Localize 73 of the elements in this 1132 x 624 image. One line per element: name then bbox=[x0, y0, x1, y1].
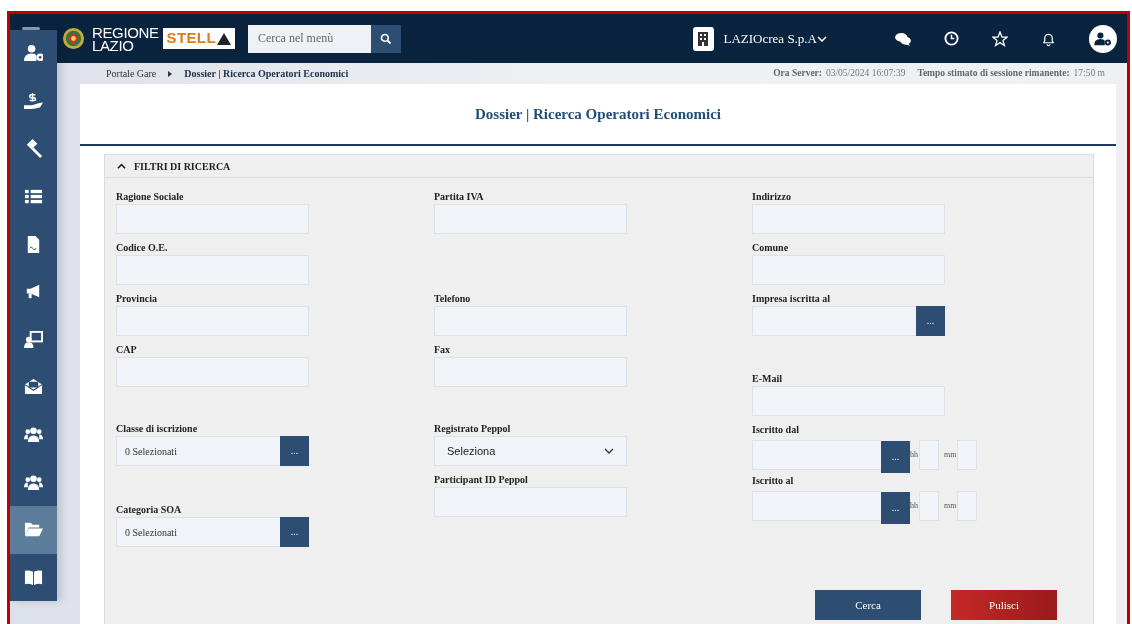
search-field[interactable]: Cerca nel menù bbox=[247, 24, 371, 53]
field-label: Iscritto al bbox=[752, 474, 794, 488]
input-field[interactable]: 0 Selezionati bbox=[116, 436, 280, 466]
sidebar-item[interactable] bbox=[10, 553, 57, 602]
chat-icon[interactable] bbox=[895, 31, 911, 46]
avatar-icon[interactable] bbox=[1089, 24, 1117, 53]
brand-text: STELL bbox=[166, 28, 216, 49]
page-title: Dossier | Ricerca Operatori Economici bbox=[475, 104, 721, 124]
field-label: Registrato Peppol bbox=[434, 422, 511, 436]
sidebar-item[interactable] bbox=[10, 30, 57, 78]
building-drawing bbox=[698, 31, 708, 46]
field-label: Classe di iscrizione bbox=[116, 422, 198, 436]
emblem-icon bbox=[62, 27, 85, 50]
users-icon bbox=[24, 425, 43, 445]
breadcrumb-link[interactable]: Portale Gare bbox=[106, 66, 157, 81]
menu-icon[interactable] bbox=[22, 27, 40, 30]
minute-label: mm bbox=[944, 500, 957, 512]
sidebar-item[interactable] bbox=[10, 458, 57, 506]
date-field[interactable] bbox=[752, 440, 881, 470]
field-label: Iscritto dal bbox=[752, 423, 799, 437]
field-label: Provincia bbox=[116, 292, 157, 306]
field-label: Telefono bbox=[434, 292, 471, 306]
picker-button[interactable]: ... bbox=[280, 436, 309, 466]
field-label: Ragione Sociale bbox=[116, 190, 184, 204]
caret-right-icon bbox=[168, 70, 173, 77]
input-field[interactable] bbox=[752, 306, 916, 336]
field-label: Participant ID Peppol bbox=[434, 473, 528, 487]
clock-icon[interactable] bbox=[944, 31, 959, 46]
date-picker-button[interactable]: ... bbox=[881, 441, 910, 473]
field-label: Indirizzo bbox=[752, 190, 791, 204]
organization-selector[interactable]: LAZIOcrea S.p.A bbox=[723, 28, 827, 49]
hand-dollar-icon bbox=[24, 91, 43, 111]
minute-label: mm bbox=[944, 449, 957, 461]
search-icon bbox=[379, 32, 392, 45]
field-label: E-Mail bbox=[752, 372, 782, 386]
field-label: Comune bbox=[752, 241, 789, 255]
panel-title: FILTRI DI RICERCA bbox=[134, 159, 231, 174]
user-gear-icon bbox=[1094, 31, 1112, 46]
input-field[interactable]: 0 Selezionati bbox=[116, 517, 280, 547]
hour-label: hh bbox=[910, 500, 919, 512]
clear-button[interactable]: Pulisci bbox=[951, 590, 1057, 620]
session-time: 17:50 m bbox=[1073, 67, 1105, 81]
date-picker-button[interactable]: ... bbox=[881, 492, 910, 524]
field-label: Codice O.E. bbox=[116, 241, 168, 255]
picker-button[interactable]: ... bbox=[916, 306, 945, 336]
field-label: Fax bbox=[434, 343, 451, 357]
search-button[interactable]: Cerca bbox=[815, 590, 921, 620]
field-label: Partita IVA bbox=[434, 190, 484, 204]
breadcrumb-current: Dossier | Ricerca Operatori Economici bbox=[184, 67, 349, 81]
users-icon bbox=[24, 472, 43, 492]
logo-text: REGIONE bbox=[92, 25, 159, 39]
logo-text: LAZIO bbox=[92, 38, 134, 52]
chevron-down-icon bbox=[604, 448, 614, 454]
star-icon[interactable] bbox=[992, 30, 1008, 47]
field-label: CAP bbox=[116, 343, 137, 357]
field-label: Impresa iscritta al bbox=[752, 292, 831, 306]
envelope-icon bbox=[24, 377, 43, 397]
triangle-icon bbox=[216, 32, 231, 45]
chevron-down-icon bbox=[817, 35, 827, 42]
field-label: Categoria SOA bbox=[116, 503, 182, 517]
session-time-label: Tempo stimato di sessione rimanente: bbox=[917, 67, 1070, 81]
picker-button[interactable]: ... bbox=[280, 517, 309, 547]
gavel-icon bbox=[24, 139, 43, 159]
filter-panel-header[interactable]: FILTRI DI RICERCA bbox=[105, 155, 1093, 178]
user-gear-icon bbox=[24, 44, 43, 64]
sidebar-item[interactable] bbox=[10, 505, 57, 554]
hour-label: hh bbox=[910, 449, 919, 461]
dropdown[interactable]: Seleziona bbox=[434, 436, 627, 466]
presentation-icon bbox=[24, 329, 43, 349]
date-field[interactable] bbox=[752, 491, 881, 521]
search-button[interactable] bbox=[370, 24, 401, 53]
server-time-label: Ora Server: bbox=[773, 67, 822, 81]
server-time: 03/05/2024 16:07:39 bbox=[826, 67, 906, 81]
